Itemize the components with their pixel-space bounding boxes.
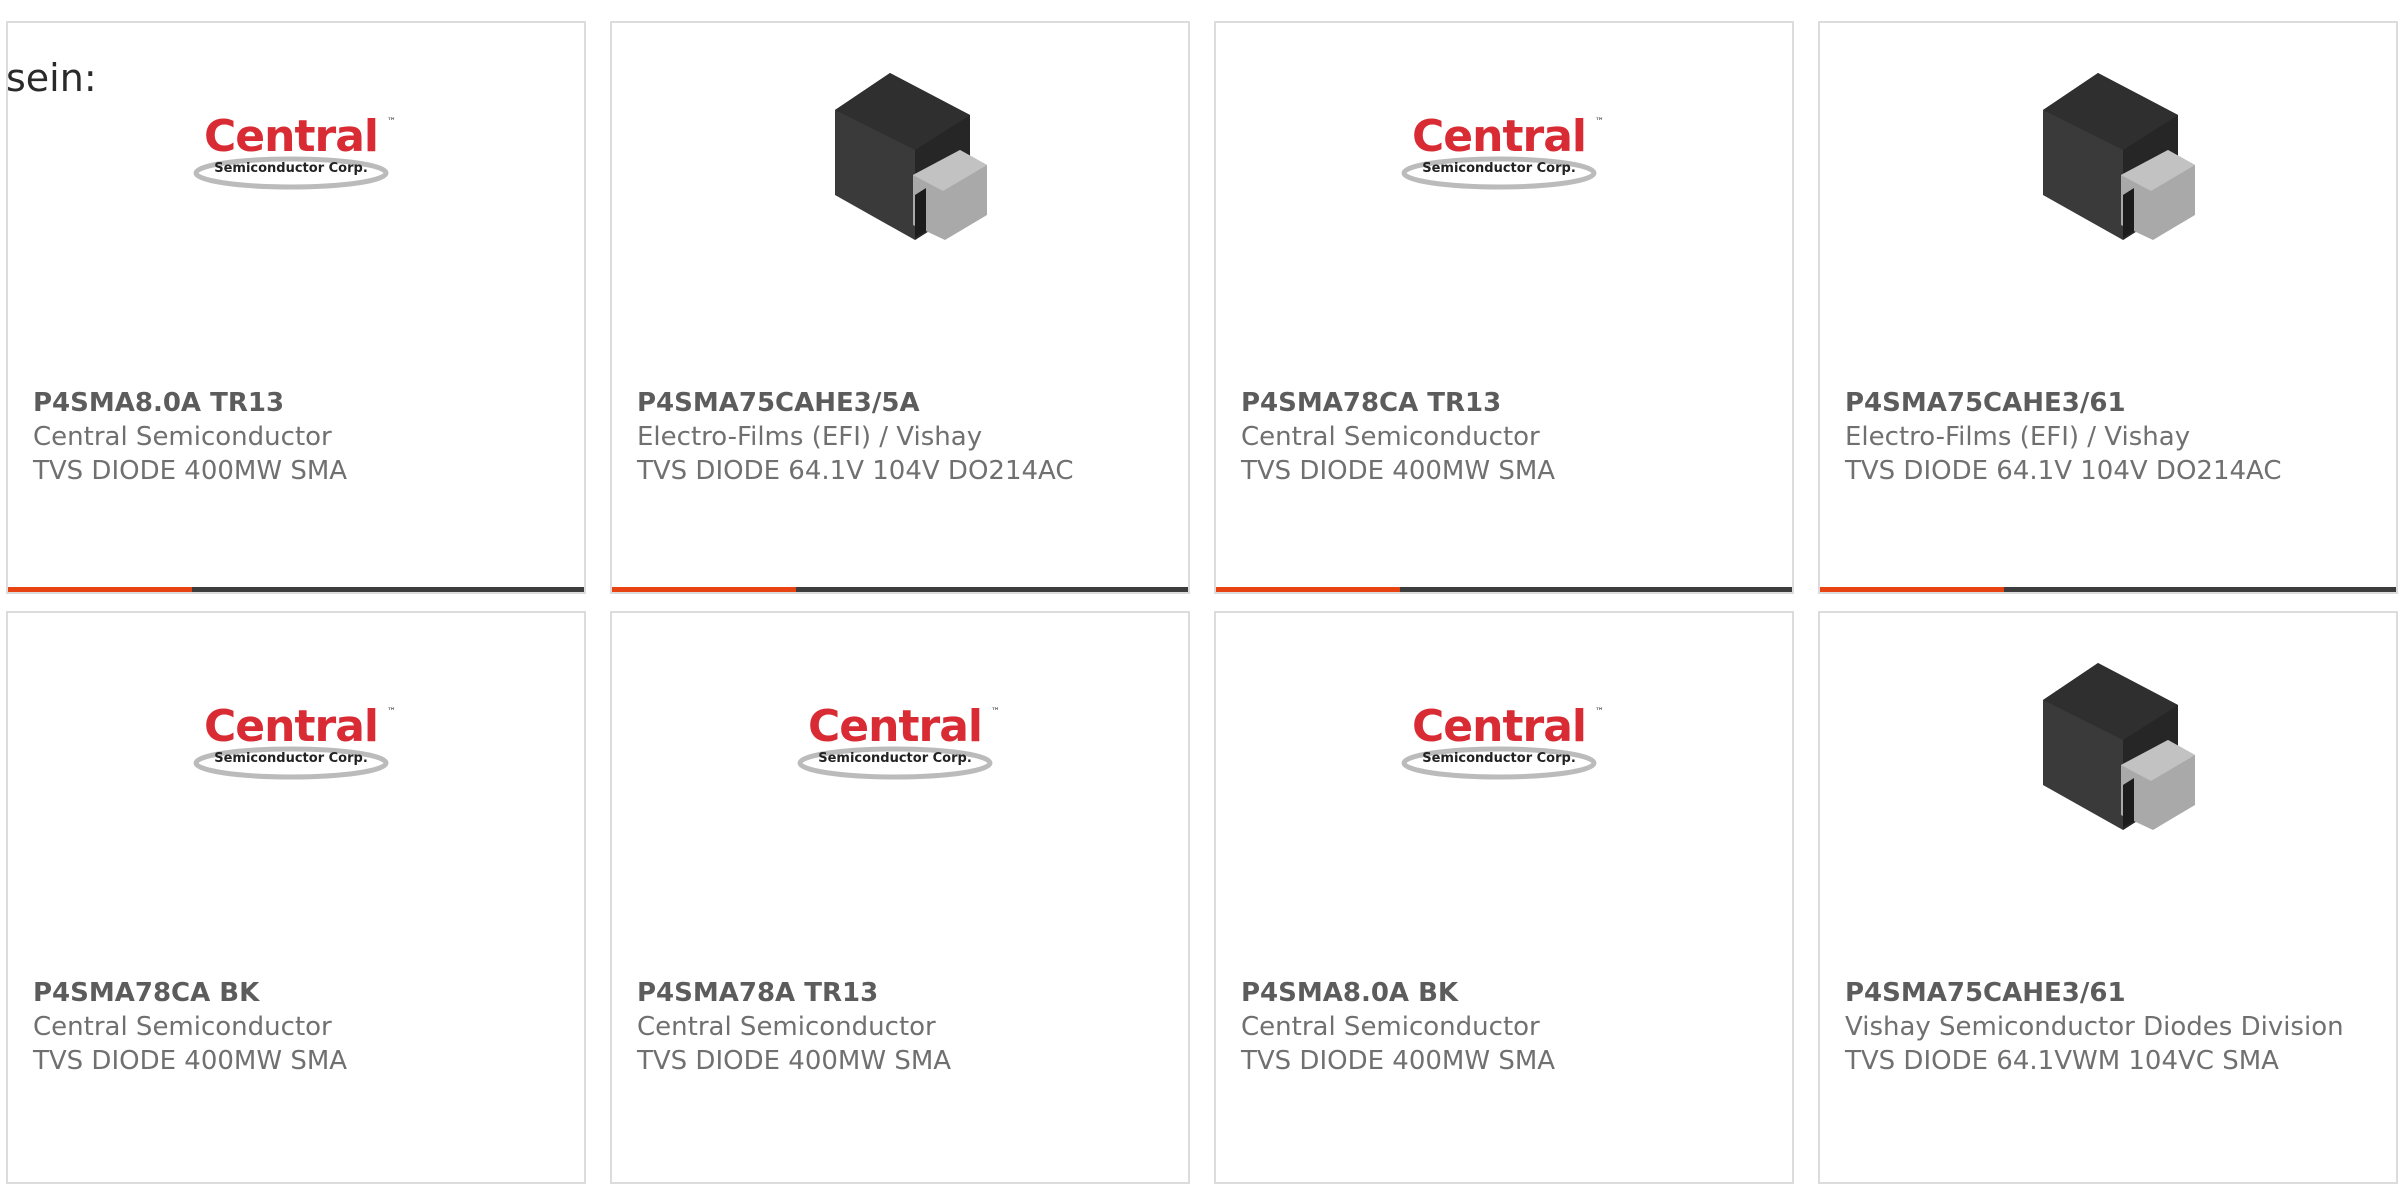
product-card[interactable]: Central ™ Semiconductor Corp. P4SMA8.0A BK C… [1214,611,1794,1184]
product-part-number[interactable]: P4SMA8.0A BK [1241,976,1458,1010]
product-part-number[interactable]: P4SMA8.0A TR13 [33,386,284,420]
product-grid: Central ™ Semiconductor Corp. P4SMA8.0A TR1… [0,0,2400,1184]
product-description: TVS DIODE 64.1V 104V DO214AC [637,456,1074,486]
card-progress-bar [8,587,584,592]
product-details: Electro-Films (EFI) / Vishay TVS DIODE 64… [637,420,1157,488]
sma-package-image [2043,73,2195,240]
product-manufacturer: Vishay Semiconductor Diodes Division [1845,1012,2344,1042]
logo-subtitle: Semiconductor Corp. [214,751,368,766]
product-card[interactable]: Central ™ Semiconductor Corp. P4SMA78CA BK C… [6,611,586,1184]
logo-wordmark: Central [1412,701,1587,752]
product-details: Central Semiconductor TVS DIODE 400MW SMA [33,420,553,488]
card-progress-fill [1820,587,2005,592]
product-card[interactable]: Central ™ Semiconductor Corp. P4SMA78CA TR1… [1214,21,1794,594]
product-card[interactable]: Central ™ Semiconductor Corp. P4SMA8.0A TR1… [6,21,586,594]
product-details: Central Semiconductor TVS DIODE 400MW SMA [637,1010,1157,1078]
product-description: TVS DIODE 64.1VWM 104VC SMA [1845,1046,2279,1076]
central-semiconductor-logo: Central ™ Semiconductor Corp. [795,703,1005,783]
product-description: TVS DIODE 64.1V 104V DO214AC [1845,456,2282,486]
product-details: Vishay Semiconductor Diodes Division TVS … [1845,1010,2365,1078]
trademark-mark: ™ [1595,707,1604,717]
logo-subtitle: Semiconductor Corp. [1422,161,1576,176]
card-progress-bar [1820,587,2396,592]
central-semiconductor-logo: Central ™ Semiconductor Corp. [191,113,401,193]
logo-subtitle: Semiconductor Corp. [1422,751,1576,766]
product-details: Electro-Films (EFI) / Vishay TVS DIODE 64… [1845,420,2365,488]
product-manufacturer: Central Semiconductor [33,1012,332,1042]
product-part-number[interactable]: P4SMA75CAHE3/61 [1845,976,2126,1010]
product-manufacturer: Electro-Films (EFI) / Vishay [637,422,983,452]
card-progress-bar [1216,587,1792,592]
product-part-number[interactable]: P4SMA78CA TR13 [1241,386,1501,420]
product-description: TVS DIODE 400MW SMA [33,456,348,486]
product-part-number[interactable]: P4SMA75CAHE3/61 [1845,386,2126,420]
logo-wordmark: Central [1412,111,1587,162]
card-progress-fill [612,587,797,592]
product-manufacturer: Central Semiconductor [33,422,332,452]
product-details: Central Semiconductor TVS DIODE 400MW SMA [1241,1010,1761,1078]
trademark-mark: ™ [1595,117,1604,127]
product-details: Central Semiconductor TVS DIODE 400MW SMA [33,1010,553,1078]
logo-wordmark: Central [204,701,379,752]
trademark-mark: ™ [387,117,396,127]
product-description: TVS DIODE 400MW SMA [33,1046,348,1076]
logo-wordmark: Central [808,701,983,752]
card-progress-bar [612,587,1188,592]
product-card[interactable]: Central ™ Semiconductor Corp. P4SMA78A TR13… [610,611,1190,1184]
product-part-number[interactable]: P4SMA75CAHE3/5A [637,386,920,420]
sma-package-image [835,73,987,240]
product-part-number[interactable]: P4SMA78CA BK [33,976,259,1010]
logo-subtitle: Semiconductor Corp. [214,161,368,176]
product-manufacturer: Central Semiconductor [637,1012,936,1042]
product-card[interactable]: P4SMA75CAHE3/5A Electro-Films (EFI) / Vis… [610,21,1190,594]
central-semiconductor-logo: Central ™ Semiconductor Corp. [1399,113,1609,193]
product-part-number[interactable]: P4SMA78A TR13 [637,976,878,1010]
product-description: TVS DIODE 400MW SMA [637,1046,952,1076]
product-description: TVS DIODE 400MW SMA [1241,1046,1556,1076]
logo-wordmark: Central [204,111,379,162]
central-semiconductor-logo: Central ™ Semiconductor Corp. [191,703,401,783]
card-progress-fill [1216,587,1401,592]
product-manufacturer: Central Semiconductor [1241,422,1540,452]
product-manufacturer: Central Semiconductor [1241,1012,1540,1042]
central-semiconductor-logo: Central ™ Semiconductor Corp. [1399,703,1609,783]
product-manufacturer: Electro-Films (EFI) / Vishay [1845,422,2191,452]
product-details: Central Semiconductor TVS DIODE 400MW SMA [1241,420,1761,488]
trademark-mark: ™ [991,707,1000,717]
card-progress-fill [8,587,193,592]
leading-text: sein: [6,56,97,100]
trademark-mark: ™ [387,707,396,717]
logo-subtitle: Semiconductor Corp. [818,751,972,766]
sma-package-image [2043,663,2195,830]
product-card[interactable]: P4SMA75CAHE3/61 Vishay Semiconductor Diod… [1818,611,2398,1184]
product-description: TVS DIODE 400MW SMA [1241,456,1556,486]
product-card[interactable]: P4SMA75CAHE3/61 Electro-Films (EFI) / Vis… [1818,21,2398,594]
